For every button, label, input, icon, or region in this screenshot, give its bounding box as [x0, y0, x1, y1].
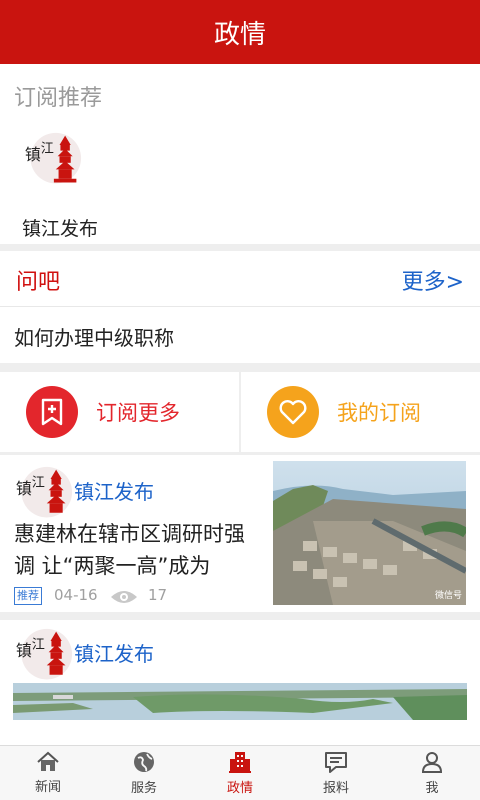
subscription-item[interactable]: 镇 江 镇江发布 — [14, 128, 114, 240]
page-title: 政情 — [213, 19, 266, 50]
bookmark-plus-icon — [26, 386, 78, 438]
subscribe-more-label: 订阅更多 — [96, 401, 180, 425]
bottom-tab-bar: 新闻 服务 政情 报料 我 — [0, 745, 480, 800]
image-watermark: 微信号 — [434, 591, 462, 601]
header-bar: 政情 — [0, 0, 480, 64]
news-source-name[interactable]: 镇江发布 — [74, 476, 154, 505]
tab-label: 我 — [425, 781, 439, 796]
tab-label: 服务 — [130, 781, 157, 796]
subscription-section-title: 订阅推荐 — [14, 86, 103, 111]
svg-text:江: 江 — [41, 141, 54, 157]
svg-text:镇: 镇 — [25, 145, 41, 164]
tab-me[interactable]: 我 — [384, 746, 480, 800]
globe-icon — [134, 752, 154, 772]
my-subscriptions-label: 我的订阅 — [337, 401, 421, 425]
eye-icon — [111, 591, 137, 603]
source-logo-icon: 镇 江 — [16, 466, 73, 518]
building-icon — [229, 752, 251, 773]
tab-label: 报料 — [322, 781, 349, 796]
wenba-title: 问吧 — [16, 270, 61, 295]
svg-text:镇: 镇 — [16, 641, 32, 660]
tab-report[interactable]: 报料 — [288, 746, 384, 800]
subscription-item-name: 镇江发布 — [22, 218, 99, 240]
zhenjiang-pagoda-logo-icon: 镇 江 — [25, 132, 82, 184]
chat-icon — [325, 752, 347, 773]
svg-text:江: 江 — [32, 475, 45, 491]
my-subscriptions-button[interactable]: 我的订阅 — [241, 372, 480, 452]
source-logo-icon: 镇 江 — [16, 628, 73, 680]
heart-icon — [267, 386, 319, 438]
news-date: 04-16 — [54, 586, 98, 604]
tab-news[interactable]: 新闻 — [0, 746, 96, 800]
subscribe-more-button[interactable]: 订阅更多 — [0, 372, 239, 452]
news-thumbnail[interactable]: 微信号 — [273, 461, 466, 605]
svg-text:江: 江 — [32, 637, 45, 653]
tab-label: 政情 — [226, 781, 253, 796]
view-count: 17 — [148, 586, 168, 604]
home-icon — [37, 751, 59, 771]
tab-government[interactable]: 政情 — [192, 746, 288, 800]
person-icon — [421, 752, 443, 773]
recommend-badge: 推荐 — [14, 587, 42, 605]
news-title[interactable]: 惠建林在辖市区调研时强调 让“两聚一高”成为 — [14, 518, 264, 582]
svg-text:镇: 镇 — [16, 479, 32, 498]
wenba-question[interactable]: 如何办理中级职称 — [14, 322, 174, 351]
divider — [0, 306, 480, 307]
tab-label: 新闻 — [34, 780, 61, 795]
tab-services[interactable]: 服务 — [96, 746, 192, 800]
wenba-more-link[interactable]: 更多> — [402, 264, 464, 296]
news-source-name[interactable]: 镇江发布 — [74, 638, 154, 667]
news-wide-image[interactable] — [13, 683, 467, 720]
